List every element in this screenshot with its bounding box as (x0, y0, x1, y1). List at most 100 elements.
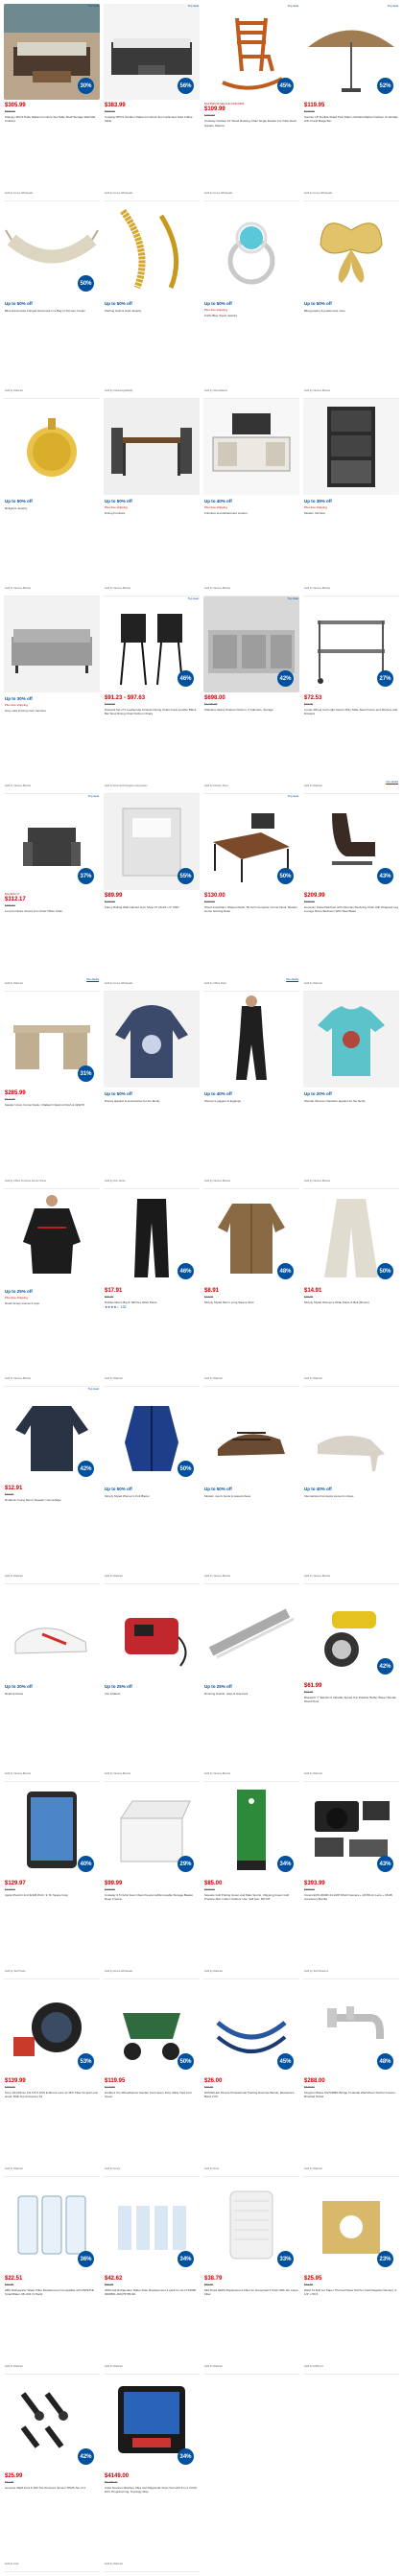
product-image-gold-pendant[interactable] (4, 399, 100, 495)
product-card[interactable]: Up to 50% off Plus free shipping Dining … (104, 399, 200, 597)
product-card[interactable]: 42% $25.99 $44.99 Genuine OEM Ford F-150… (4, 2375, 100, 2572)
product-card[interactable]: 48% $8.91 $17.97 Simply Styled Men's Lon… (203, 1189, 299, 1387)
product-title[interactable]: Reebok shoes (5, 1692, 99, 1696)
product-card[interactable]: Up to 30% off Plus free shipping Grey so… (4, 597, 100, 794)
product-image-water-filter[interactable]: 36% (4, 2177, 100, 2273)
product-card[interactable]: 30% $305.99 $599.99 Patiojoy 4PCS Patio … (4, 4, 100, 201)
product-image-desk-lamp[interactable]: 55% (104, 794, 200, 890)
product-title[interactable]: ABS Refrigerator Water Filter Replacemen… (5, 2288, 99, 2296)
product-title[interactable]: Bling jewelry & jewels plus more (304, 309, 398, 313)
product-card[interactable]: 42% $61.99 $99.99 Bosstech 7" Electric 6… (303, 1584, 399, 1782)
product-image-heels[interactable] (303, 1387, 399, 1483)
product-image-shirt[interactable]: 48% (203, 1189, 299, 1285)
product-card[interactable]: 45% $26.00 $48.00 DURAFLEX Fitness Profe… (203, 1979, 299, 2177)
product-card[interactable]: 34% $42.62 $69.99 3000-Gal Refrigerator … (104, 2177, 200, 2375)
product-card[interactable]: 31% $285.99 $411.99 Sauder Union Corner … (4, 992, 100, 1189)
product-title[interactable]: Nowlt Scoop women's tops (5, 1301, 99, 1305)
product-title[interactable]: Simply Styled Women's Wide Pants & Belt … (304, 1300, 398, 1304)
product-image-writing-desk[interactable]: 31% (4, 992, 100, 1088)
product-title[interactable]: Bosstech 7" Electric 6 Variable Speed Ca… (304, 1696, 398, 1703)
product-image-sweater-woman[interactable] (4, 1189, 100, 1285)
product-card[interactable]: Up to 50% off Modern men's boots & casua… (203, 1387, 299, 1584)
product-image-patio-sectional[interactable]: 56% (104, 4, 200, 100)
product-image-bookcase[interactable] (303, 399, 399, 495)
product-title[interactable]: Dining Furniture (105, 511, 199, 515)
product-title[interactable]: Sony 18-105mm F/3.5-5.6 OSS E-Mount Lens… (5, 2091, 99, 2098)
product-card[interactable]: Up to 50% off Plus free shipping Kohls B… (203, 201, 299, 399)
product-title[interactable]: Genuine OEM Ford F-150 Tire Pressure Sen… (5, 2486, 99, 2490)
product-card[interactable]: Up to 50% off Sterling Gold & Gold Jewel… (104, 201, 200, 399)
product-card[interactable]: 23% $25.95 $34.50 HNM 12 Roll Lot Paper … (303, 2177, 399, 2375)
product-title[interactable]: Costway Outdoor Fir Wood Rocking Chair S… (204, 119, 298, 127)
product-title[interactable]: Tire inflators (105, 1692, 199, 1696)
product-title[interactable]: Fancy Rolling Wall Cabinet Gym Shop 4T 2… (105, 905, 199, 909)
product-card[interactable]: 46% $91.23 - $97.63 $169.99 Dawood Set o… (104, 597, 200, 794)
product-card[interactable]: 46% $17.91 $36.00 Dickies Men's Big & Ta… (104, 1189, 200, 1387)
product-card[interactable]: 27% $72.53 $99.99 Louise Wheel Cart Ligh… (303, 597, 399, 794)
product-title[interactable]: Patiojoy 4PCS Patio Rattan Furniture Set… (5, 115, 99, 123)
product-title[interactable]: Costway 8PCS Outdoor Rattan Furniture Se… (105, 115, 199, 123)
product-title[interactable]: Grey sofa & living room furniture (5, 709, 99, 713)
product-image-armchair[interactable]: 37% (4, 794, 100, 890)
product-title[interactable]: Dawood Set of 2 Leatherette Armless Dini… (105, 708, 199, 715)
product-card[interactable]: 55% $89.99 $199.99 Fancy Rolling Wall Ca… (104, 794, 200, 992)
product-card[interactable]: 53% $139.99 $299.99 Sony 18-105mm F/3.5-… (4, 1979, 100, 2177)
product-title[interactable]: Ruddock Young Men's Sweater Camouflage (5, 1498, 99, 1502)
product-card[interactable]: Up to 20% off Reebok shoes Sold by Vario… (4, 1584, 100, 1782)
product-card[interactable]: 43% $393.99 $699.99 Canon EOS 2000D 24.1… (303, 1782, 399, 1979)
product-title[interactable]: Sunnier 15' Double-Sided Twin Patio Umbr… (304, 115, 398, 123)
product-card[interactable]: Up to 50% off Disney apparel & accessori… (104, 992, 200, 1189)
product-image-garden-cart[interactable]: 50% (104, 1979, 200, 2075)
product-image-air-compressor[interactable] (104, 1584, 200, 1680)
product-image-faucet[interactable]: 48% (303, 1979, 399, 2075)
product-image-gold-chain[interactable] (104, 201, 200, 297)
product-title[interactable]: DURAFLEX Fitness Professional Training E… (204, 2091, 298, 2098)
product-title[interactable]: Disney apparel & accessories for the fam… (105, 1099, 199, 1103)
product-title[interactable]: Gorilla 4 Ton Wheelbarrow Garden Cart He… (105, 2091, 199, 2098)
product-title[interactable]: Modern furniture (304, 511, 398, 515)
product-image-paper-rolls[interactable]: 23% (303, 2177, 399, 2273)
product-card[interactable]: Up to 50% off Bling jewelry & jewels plu… (303, 201, 399, 399)
product-card[interactable]: 42% $698.00 $1,199.00 Stainless Island O… (203, 597, 299, 794)
product-image-sandal[interactable] (203, 1387, 299, 1483)
product-card[interactable]: 48% $288.00 $548.00 Kingston Brass KS704… (303, 1979, 399, 2177)
product-title[interactable]: HNM 12 Roll Lot Paper Thermal Paper Roll… (304, 2288, 398, 2296)
product-image-diagnostic-scanner[interactable]: 34% (104, 2375, 200, 2471)
product-title[interactable]: Kingston Brass KS7048BX Bridge 3 Handle … (304, 2091, 398, 2098)
product-image-dining-set[interactable] (104, 399, 200, 495)
product-card[interactable]: 52% $119.95 $249.99 Sunnier 15' Double-S… (303, 4, 399, 201)
product-card[interactable]: 40% $129.97 $219.97 Apple iPad Air 2nd 3… (4, 1782, 100, 1979)
product-card[interactable]: 34% $85.00 $129.00 Sweetie Golf Putting … (203, 1782, 299, 1979)
product-image-patio-umbrella[interactable]: 52% (303, 4, 399, 100)
product-card[interactable]: 50% $119.95 $219.95 Gorilla 4 Ton Wheelb… (104, 1979, 200, 2177)
product-image-ipad[interactable]: 40% (4, 1782, 100, 1878)
product-title[interactable]: Furniture & entertainment centers (204, 511, 298, 515)
product-image-recliner[interactable]: 43% (303, 794, 399, 890)
product-title[interactable]: Homcom Swivel Recliner with Ottoman Recl… (304, 905, 398, 913)
product-card[interactable]: 29% $99.99 $139.99 Costway 3.5 Cubic Fee… (104, 1782, 200, 1979)
product-image-l-desk[interactable]: 50% (203, 794, 299, 890)
product-card[interactable]: Up to 50% off Religious Jewelry Sold by … (4, 399, 100, 597)
product-title[interactable]: Costway 3.5 Cubic Feet Chest Freezer w/R… (105, 1893, 199, 1901)
product-image-rocking-chair[interactable]: 45% (203, 4, 299, 100)
product-image-polisher[interactable]: 42% (303, 1584, 399, 1680)
product-image-grey-sofa[interactable] (4, 597, 100, 692)
product-card[interactable]: 33% $38.79 $59.99 Mid Sized HEPA Replace… (203, 2177, 299, 2375)
product-title[interactable]: Running boards, Jeep & side bars (204, 1692, 298, 1696)
product-title[interactable]: 3000-Gal Refrigerator Water Filter Repla… (105, 2288, 199, 2296)
product-card[interactable]: Up to 25% off Plus free shipping Nowlt S… (4, 1189, 100, 1387)
product-title[interactable]: Mid Sized HEPA Replacement Filter for Ho… (204, 2288, 298, 2296)
product-card[interactable]: 37% Now $312.17 $312.17 $499.00 Luxe Fur… (4, 794, 100, 992)
product-card[interactable]: Up to 40% off Plus free shipping Furnitu… (203, 399, 299, 597)
product-title[interactable]: Simply Styled Women's Knit Blazer (105, 1494, 199, 1498)
product-title[interactable]: Luxe Furniture Accent Arm Chair Office C… (5, 909, 99, 913)
product-title[interactable]: Autel Scanner MaxiSys Ultra Car Diagnost… (105, 2486, 199, 2494)
product-title[interactable]: Louise Wheel Cart Light Assist Utility T… (304, 708, 398, 715)
product-title[interactable]: Wonder Woman character apparel for the f… (304, 1099, 398, 1103)
product-image-lens-kit[interactable]: 53% (4, 1979, 100, 2075)
product-image-pants[interactable]: 46% (104, 1189, 200, 1285)
product-title[interactable]: Simply Styled Men's Long Sleeve Shirt (204, 1300, 298, 1304)
product-title[interactable]: Sweetie Golf Putting Green and Mats Spor… (204, 1893, 298, 1901)
product-card[interactable]: Up to 35% off Plus free shipping Modern … (303, 399, 399, 597)
product-image-topaz-ring[interactable] (203, 201, 299, 297)
